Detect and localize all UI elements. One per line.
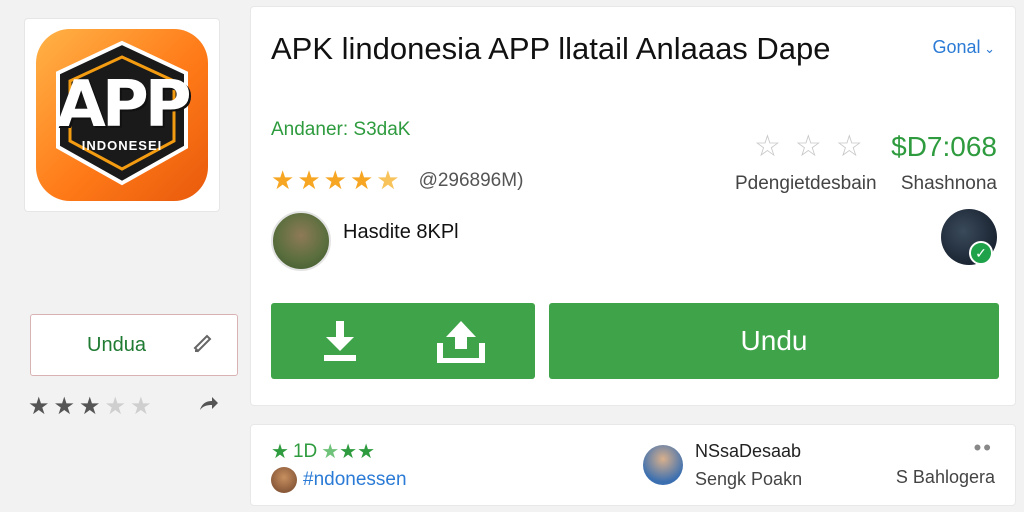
review-score: 1D (292, 440, 318, 462)
app-detail-card: APK lindonesia APP llatail Anlaaas Dape … (250, 6, 1016, 406)
star-icon[interactable]: ★ (28, 392, 50, 421)
app-meta-info: Shashnona (900, 173, 997, 194)
star-icon: ★ (357, 441, 376, 463)
review-rating: ★ 1D ★ ★ ★ (271, 439, 375, 464)
download-icon[interactable] (320, 319, 360, 363)
star-icon: ★ (349, 165, 374, 195)
sort-dropdown[interactable]: Gonal ⌄ (932, 37, 995, 58)
commenter-name: NSsaDesaab (695, 441, 802, 461)
app-price: $D7:068 (891, 131, 997, 162)
upload-icon[interactable] (436, 319, 486, 363)
reviewer-handle[interactable]: #ndonessen (303, 469, 407, 491)
star-icon: ★ (271, 165, 295, 195)
developer-name[interactable]: Hasdite 8KPl (343, 221, 459, 244)
share-icon[interactable] (196, 392, 220, 423)
star-icon[interactable]: ★ (130, 392, 152, 421)
star-icon: ★ (271, 441, 289, 463)
sort-label: Gonal (932, 37, 981, 57)
more-icon[interactable]: •• (974, 435, 993, 461)
app-meta-category: Pdengietdesbain (735, 173, 877, 194)
app-rating: ★ ★ ★ ★ ★ @296896M) (271, 165, 523, 196)
commenter-avatar[interactable] (643, 445, 683, 485)
user-rating-stars[interactable]: ☆ ☆ ☆ (754, 129, 863, 164)
app-icon-subtext: INDONESEI (81, 138, 163, 153)
star-outline-icon[interactable]: ☆ (795, 129, 822, 164)
app-title: APK lindonesia APP llatail Anlaaas Dape (271, 31, 831, 66)
chevron-down-icon: ⌄ (980, 41, 995, 56)
star-outline-icon[interactable]: ☆ (836, 129, 863, 164)
app-icon-card: APP INDONESEI (24, 18, 220, 212)
star-icon: ★ (376, 165, 400, 195)
review-card: ★ 1D ★ ★ ★ #ndonessen NSsaDesaab Sengk P… (250, 424, 1016, 506)
side-button-label: Undua (87, 333, 146, 356)
star-icon[interactable]: ★ (105, 392, 127, 421)
star-icon: ★ (321, 441, 340, 463)
star-icon[interactable]: ★ (79, 392, 101, 421)
sidebar-rating-stars[interactable]: ★ ★ ★ ★ ★ (28, 392, 152, 421)
app-author[interactable]: Andaner: S3daK (271, 119, 410, 141)
review-date: S Bahlogera (895, 467, 995, 487)
edit-icon[interactable] (191, 330, 215, 360)
rating-count: @296896M) (418, 169, 524, 191)
developer-avatar[interactable] (271, 211, 331, 271)
star-icon: ★ (297, 165, 321, 195)
reviewer-avatar[interactable] (271, 467, 297, 493)
app-icon-letters: APP (56, 68, 191, 142)
side-download-button[interactable]: Undua (30, 314, 238, 376)
download-upload-button[interactable] (271, 303, 535, 379)
check-icon: ✓ (969, 241, 993, 265)
download-button[interactable]: Undu (549, 303, 999, 379)
app-icon: APP INDONESEI (36, 29, 208, 201)
commenter-subtitle: Sengk Poakn (695, 469, 803, 489)
star-icon: ★ (323, 165, 347, 195)
star-icon[interactable]: ★ (54, 392, 76, 421)
left-column: APP INDONESEI Undua ★ ★ ★ ★ ★ (0, 0, 248, 512)
star-icon: ★ (339, 441, 358, 463)
download-button-label: Undu (740, 325, 808, 356)
star-outline-icon[interactable]: ☆ (754, 129, 781, 164)
